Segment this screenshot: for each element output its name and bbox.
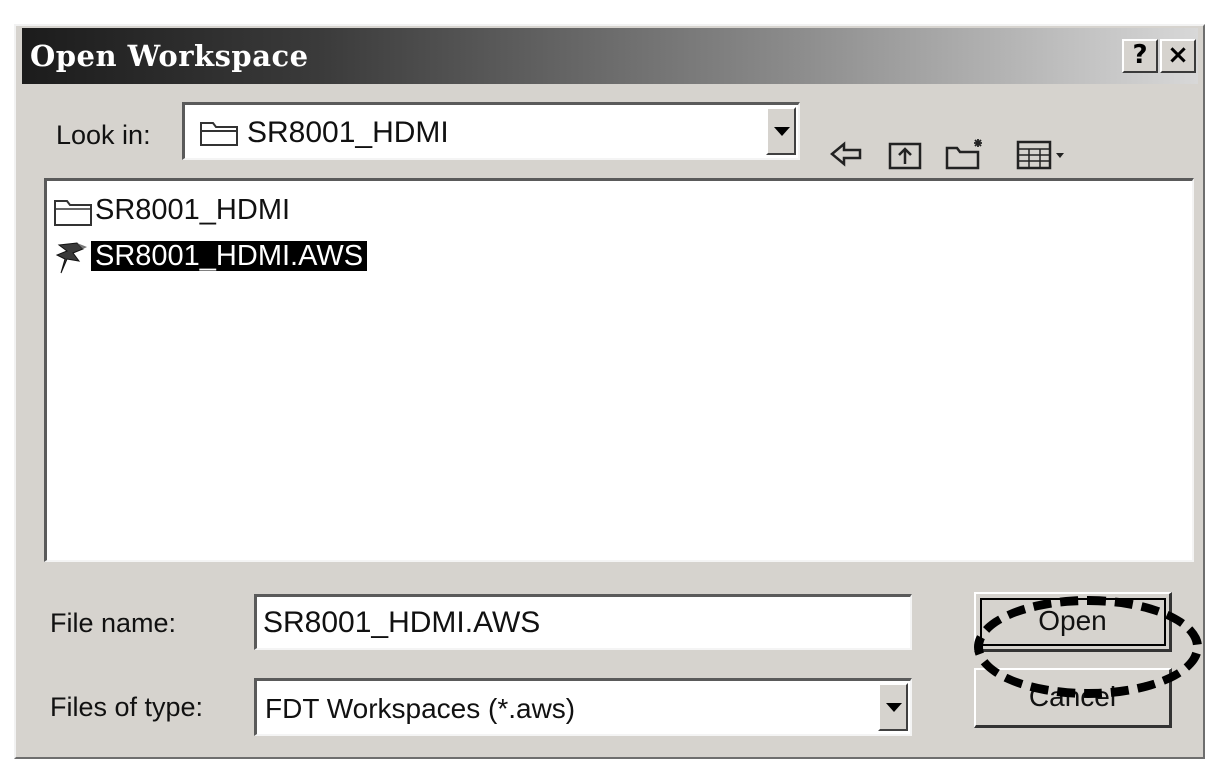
look-in-label: Look in:	[56, 120, 151, 150]
close-button[interactable]: ×	[1160, 39, 1196, 73]
list-item-label: SR8001_HDMI.AWS	[91, 241, 368, 271]
title-bar[interactable]: Open Workspace ? ×	[22, 28, 1198, 84]
help-button[interactable]: ?	[1122, 39, 1158, 73]
file-name-label: File name:	[50, 608, 177, 638]
list-item-label: SR8001_HDMI	[95, 194, 291, 226]
view-menu-icon[interactable]	[1014, 136, 1074, 172]
open-workspace-dialog: Open Workspace ? × Look in: SR8001_HDMI	[14, 24, 1205, 759]
file-type-value: FDT Workspaces (*.aws)	[265, 693, 576, 724]
up-folder-icon[interactable]	[886, 136, 926, 172]
back-arrow-icon[interactable]	[826, 136, 866, 172]
file-type-label: Files of type:	[50, 692, 204, 722]
folder-icon	[53, 195, 93, 232]
file-type-dropdown-button[interactable]	[878, 683, 908, 731]
folder-icon	[199, 117, 239, 152]
dialog-title: Open Workspace	[30, 39, 309, 73]
new-folder-icon[interactable]	[944, 136, 984, 172]
file-type-combo[interactable]: FDT Workspaces (*.aws)	[254, 678, 912, 736]
look-in-value: SR8001_HDMI	[247, 116, 449, 149]
highlight-annotation	[974, 596, 1202, 698]
look-in-combo[interactable]: SR8001_HDMI	[182, 102, 800, 160]
file-name-field[interactable]: SR8001_HDMI.AWS	[254, 594, 912, 650]
file-name-value: SR8001_HDMI.AWS	[263, 606, 541, 639]
file-list[interactable]: SR8001_HDMI SR8001_HDMI.AWS	[44, 178, 1194, 562]
workspace-file-icon	[53, 239, 95, 282]
look-in-dropdown-button[interactable]	[766, 107, 796, 155]
